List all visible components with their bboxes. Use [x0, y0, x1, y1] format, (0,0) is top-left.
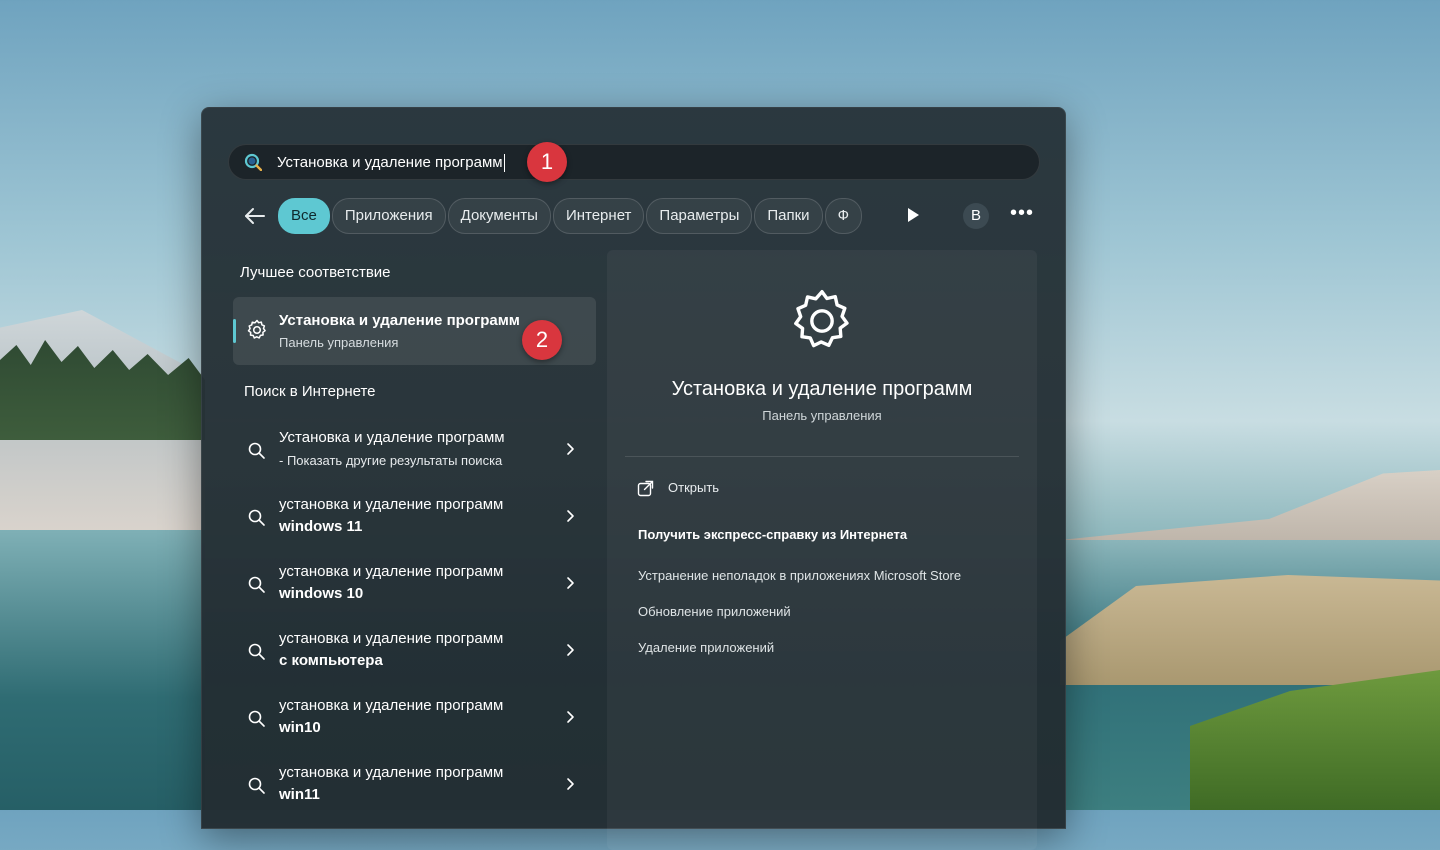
web-result-suffix: win10	[279, 719, 321, 736]
result-preview-pane: Установка и удаление программ Панель упр…	[607, 250, 1037, 850]
chevron-right-icon	[567, 711, 574, 723]
web-result-suffix: - Показать другие результаты поиска	[279, 453, 503, 468]
help-link-update-apps[interactable]: Обновление приложений	[638, 604, 791, 619]
step-badge-2: 2	[522, 320, 562, 360]
web-result-suffix: win11	[279, 786, 320, 803]
search-query-text: Установка и удаление программ	[277, 154, 505, 173]
chevron-right-icon	[567, 644, 574, 656]
search-icon	[248, 576, 265, 593]
text-caret	[503, 154, 505, 173]
web-search-heading: Поиск в Интернете	[244, 383, 376, 400]
wallpaper-lake-left	[0, 530, 205, 810]
wallpaper-hill-right	[1060, 470, 1440, 540]
search-icon	[248, 509, 265, 526]
tab-folders[interactable]: Папки	[754, 198, 823, 234]
wallpaper-green-bank	[1190, 670, 1440, 810]
start-search-panel: Установка и удаление программ 1 Все Прило…	[201, 107, 1066, 850]
web-result-text: установка и удаление программ	[279, 630, 504, 647]
web-result-suffix: windows 11	[279, 518, 363, 535]
divider	[625, 456, 1019, 457]
best-match-subtitle: Панель управления	[279, 335, 399, 350]
web-result-4[interactable]: установка и удаление программ win10	[233, 697, 596, 759]
tab-photos[interactable]: Ф	[824, 198, 862, 234]
web-result-5[interactable]: установка и удаление программ win11	[233, 764, 596, 826]
search-icon	[248, 777, 265, 794]
web-result-text: установка и удаление программ	[279, 697, 504, 714]
chevron-right-icon	[567, 778, 574, 790]
wallpaper-grass	[1060, 575, 1440, 685]
open-external-icon	[637, 480, 654, 497]
open-label: Открыть	[668, 480, 720, 495]
tab-all[interactable]: Все	[278, 198, 330, 234]
scroll-right-play-icon[interactable]	[906, 207, 920, 223]
chevron-right-icon	[567, 510, 574, 522]
more-options-button[interactable]: •••	[1008, 203, 1036, 227]
filter-chips: Все Приложения Документы Интернет Параметры П…	[278, 198, 884, 234]
web-result-1[interactable]: установка и удаление программ windows 11	[233, 496, 596, 558]
filter-bar: Все Приложения Документы Интернет Параметры П…	[238, 198, 1038, 234]
preview-subtitle: Панель управления	[762, 408, 882, 423]
tab-internet[interactable]: Интернет	[552, 198, 645, 234]
best-match-heading: Лучшее соответствие	[240, 264, 391, 281]
open-action[interactable]: Открыть	[637, 478, 837, 502]
web-result-0[interactable]: Установка и удаление программ - Показать…	[233, 429, 596, 491]
web-result-suffix: с компьютера	[279, 652, 383, 669]
web-result-3[interactable]: установка и удаление программ с компьюте…	[233, 630, 596, 692]
search-input[interactable]: Установка и удаление программ	[228, 144, 1040, 180]
search-icon	[248, 442, 265, 459]
web-result-text: установка и удаление программ	[279, 563, 504, 580]
search-icon	[248, 710, 265, 727]
quick-help-heading: Получить экспресс-справку из Интернета	[638, 527, 908, 542]
profile-avatar[interactable]: B	[963, 203, 989, 229]
best-match-title: Установка и удаление программ	[279, 312, 520, 329]
tab-documents[interactable]: Документы	[447, 198, 551, 234]
search-icon	[244, 153, 262, 171]
gear-icon	[247, 319, 266, 339]
help-link-troubleshoot-store[interactable]: Устранение неполадок в приложениях Micro…	[638, 568, 961, 583]
web-result-2[interactable]: установка и удаление программ windows 10	[233, 563, 596, 625]
help-link-remove-apps[interactable]: Удаление приложений	[638, 640, 774, 655]
chevron-right-icon	[567, 577, 574, 589]
tab-settings[interactable]: Параметры	[646, 198, 753, 234]
step-badge-1: 1	[527, 142, 567, 182]
web-result-suffix: windows 10	[279, 585, 364, 602]
tab-apps[interactable]: Приложения	[331, 198, 446, 234]
gear-icon	[794, 290, 849, 348]
web-result-text: установка и удаление программ	[279, 496, 504, 513]
web-result-text: установка и удаление программ	[279, 764, 504, 781]
search-icon	[248, 643, 265, 660]
preview-title: Установка и удаление программ	[671, 378, 973, 400]
selection-accent	[233, 319, 236, 343]
web-result-text: Установка и удаление программ	[279, 429, 505, 446]
back-arrow-icon[interactable]	[238, 202, 272, 230]
chevron-right-icon	[567, 443, 574, 455]
